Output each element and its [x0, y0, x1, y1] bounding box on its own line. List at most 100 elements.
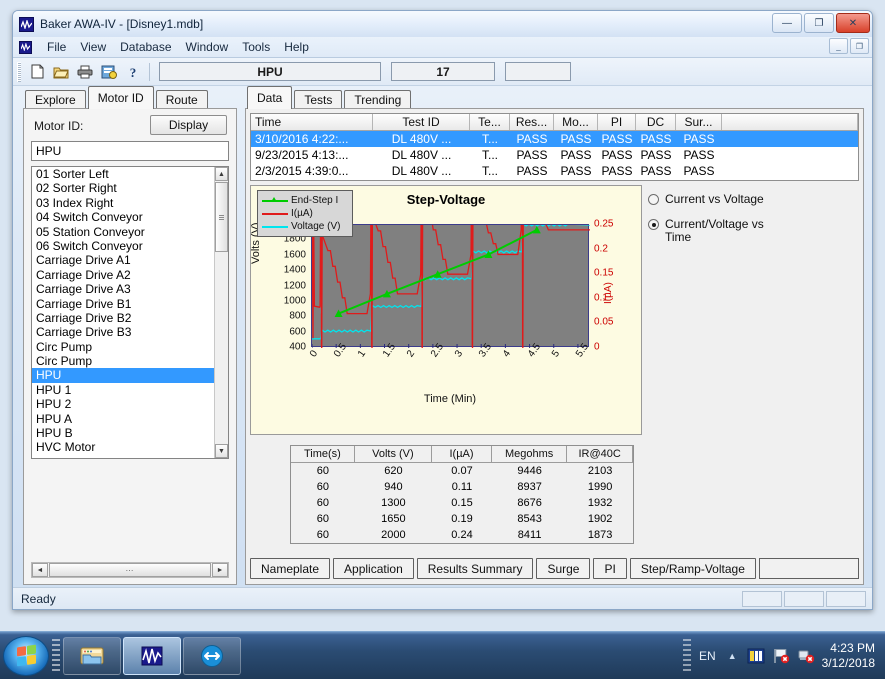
grid-column-header[interactable]: Test ID [373, 114, 470, 130]
table-row[interactable]: 2/3/2015 4:39:0... DL 480V ... T... PASS PAS… [251, 163, 858, 179]
radio-current-vs-voltage[interactable] [648, 194, 659, 205]
restore-button[interactable]: ❐ [804, 13, 834, 33]
motor-list-item[interactable]: Carriage Drive A3 [32, 282, 228, 296]
tab-data[interactable]: Data [247, 86, 293, 109]
radio-current-voltage-vs-time[interactable] [648, 219, 659, 230]
menu-window[interactable]: Window [179, 39, 236, 55]
action-center-flag-icon[interactable] [772, 647, 790, 665]
report-icon[interactable] [98, 61, 120, 83]
motor-list-item[interactable]: 02 Sorter Right [32, 181, 228, 195]
motor-list-item[interactable]: Carriage Drive B1 [32, 297, 228, 311]
tab-motor-id[interactable]: Motor ID [87, 86, 154, 109]
grid-column-header[interactable]: DC [636, 114, 676, 130]
legend-label-voltage: Voltage (V) [291, 221, 341, 232]
bottom-tab-results-summary[interactable]: Results Summary [416, 558, 534, 579]
left-horizontal-scrollbar[interactable]: ◄ ⋯ ► [31, 562, 229, 578]
show-hidden-icons-icon[interactable]: ▲ [728, 651, 737, 661]
mdi-restore-button[interactable]: ❐ [850, 38, 869, 54]
table-row[interactable]: 3/10/2016 4:22:... DL 480V ... T... PASS PAS… [251, 131, 858, 147]
new-icon[interactable] [26, 61, 48, 83]
hscroll-thumb[interactable]: ⋯ [49, 563, 211, 577]
display-button[interactable]: Display [150, 115, 227, 135]
motor-list-item[interactable]: 06 Switch Conveyor [32, 239, 228, 253]
motor-list-item-selected[interactable]: HPU [32, 368, 228, 383]
motor-list[interactable]: 01 Sorter Left 02 Sorter Right 03 Index Ri… [31, 166, 229, 459]
menu-help[interactable]: Help [277, 39, 316, 55]
grid-cell: T... [481, 164, 498, 178]
tab-explore[interactable]: Explore [25, 90, 86, 109]
minimize-button[interactable]: — [772, 13, 802, 33]
grid-column-header[interactable]: Sur... [676, 114, 722, 130]
test-results-grid[interactable]: Time Test ID Te... Res... Mo... PI DC Sur... 3/… [250, 113, 859, 181]
results-column-header: Megohms [492, 446, 568, 462]
menu-tools[interactable]: Tools [235, 39, 277, 55]
option-current-voltage-vs-time[interactable]: Current/Voltage vs Time [648, 218, 828, 244]
chart-x-tick: 5 [549, 348, 562, 360]
taskbar-item-teamviewer[interactable] [183, 636, 241, 675]
network-icon[interactable] [797, 647, 815, 665]
motor-list-scrollbar[interactable]: ▲ ▼ [214, 167, 228, 458]
motor-list-item[interactable]: HPU B [32, 426, 228, 440]
mdi-minimize-button[interactable]: _ [829, 38, 848, 54]
motor-list-item[interactable]: 03 Index Right [32, 196, 228, 210]
motor-list-item[interactable]: Circ Pump [32, 340, 228, 354]
grid-column-header[interactable]: PI [598, 114, 636, 130]
motor-list-item[interactable]: 04 Switch Conveyor [32, 210, 228, 224]
bottom-tab-pi[interactable]: PI [593, 558, 627, 579]
grid-column-header[interactable]: Time [251, 114, 373, 130]
motor-list-item[interactable]: 01 Sorter Left [32, 167, 228, 181]
taskbar-item-baker-awa[interactable] [123, 636, 181, 675]
toolbar-extra-field[interactable] [505, 62, 571, 81]
scroll-up-icon[interactable]: ▲ [215, 167, 228, 181]
taskbar-item-explorer[interactable] [63, 636, 121, 675]
tab-route[interactable]: Route [155, 90, 208, 109]
grid-column-header[interactable]: Te... [470, 114, 510, 130]
motor-list-item[interactable]: HPU A [32, 412, 228, 426]
motor-list-item[interactable]: 05 Station Conveyor [32, 225, 228, 239]
hscroll-left-icon[interactable]: ◄ [32, 563, 48, 577]
results-cell: 9446 [517, 465, 542, 477]
motor-list-item[interactable]: Carriage Drive A2 [32, 268, 228, 282]
option-current-vs-voltage[interactable]: Current vs Voltage [648, 193, 828, 206]
grid-cell: DL 480V ... [391, 132, 452, 146]
table-row[interactable]: 9/23/2015 4:13:... DL 480V ... T... PASS PAS… [251, 147, 858, 163]
menu-file[interactable]: File [40, 39, 73, 55]
motor-list-item[interactable]: Circ Pump [32, 354, 228, 368]
clock[interactable]: 4:23 PM 3/12/2018 [822, 641, 883, 671]
print-icon[interactable] [74, 61, 96, 83]
bottom-tab-application[interactable]: Application [333, 558, 414, 579]
grid-column-header[interactable]: Res... [510, 114, 554, 130]
volume-icon[interactable] [747, 647, 765, 665]
motor-id-input[interactable]: HPU [31, 141, 229, 161]
quicklaunch-grip[interactable] [52, 638, 60, 673]
menu-view[interactable]: View [73, 39, 113, 55]
legend-entry-voltage: Voltage (V) [262, 220, 348, 233]
motor-list-item[interactable]: Carriage Drive B2 [32, 311, 228, 325]
open-icon[interactable] [50, 61, 72, 83]
motor-list-item[interactable]: HPU 2 [32, 397, 228, 411]
motor-list-item[interactable]: Carriage Drive A1 [32, 253, 228, 267]
motor-list-item[interactable]: HPU 1 [32, 383, 228, 397]
left-panel: Explore Motor ID Route Motor ID: Display… [23, 86, 237, 585]
tray-grip[interactable] [683, 638, 692, 673]
toolbar-count-field[interactable]: 17 [391, 62, 495, 81]
toolbar-motor-field[interactable]: HPU [159, 62, 381, 81]
toolbar-grip[interactable] [17, 61, 21, 82]
scroll-down-icon[interactable]: ▼ [215, 444, 228, 458]
language-indicator[interactable]: EN [699, 649, 716, 663]
results-cell: 60 [316, 497, 329, 509]
grid-column-header[interactable]: Mo... [554, 114, 598, 130]
start-button[interactable] [3, 635, 49, 676]
bottom-tab-nameplate[interactable]: Nameplate [250, 558, 331, 579]
bottom-tab-step-ramp-voltage[interactable]: Step/Ramp-Voltage [629, 558, 756, 579]
bottom-tab-surge[interactable]: Surge [536, 558, 591, 579]
hscroll-right-icon[interactable]: ► [212, 563, 228, 577]
help-icon[interactable]: ? [122, 61, 144, 83]
motor-list-item[interactable]: HVC Motor [32, 440, 228, 454]
close-button[interactable]: ✕ [836, 13, 870, 33]
tab-tests[interactable]: Tests [294, 90, 343, 109]
motor-list-item[interactable]: Carriage Drive B3 [32, 325, 228, 339]
tab-trending[interactable]: Trending [344, 90, 412, 109]
menu-database[interactable]: Database [113, 39, 178, 55]
scrollbar-thumb[interactable] [215, 182, 228, 252]
